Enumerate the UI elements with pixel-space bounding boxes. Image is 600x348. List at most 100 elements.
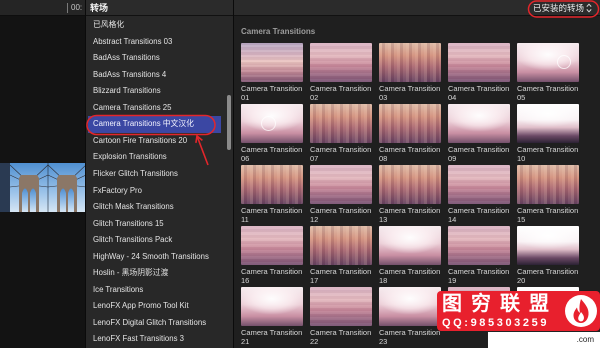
sidebar-item[interactable]: LenoFX App Promo Tool Kit [88, 298, 221, 315]
sidebar-item[interactable]: Explosion Transitions [88, 149, 221, 166]
transition-item[interactable]: Camera Transition 08 [379, 104, 441, 163]
transition-name: Camera Transition [379, 206, 441, 215]
transition-thumbnail[interactable] [310, 165, 372, 204]
transition-name: Camera Transition [517, 84, 579, 93]
category-list: 已风格化 Abstract Transitions 03 BadAss Transi… [86, 17, 226, 348]
installed-transitions-dropdown[interactable]: 已安装的转场 [530, 1, 596, 15]
transition-thumbnail[interactable] [379, 43, 441, 82]
transition-thumbnail[interactable] [241, 104, 303, 143]
transition-number: 09 [448, 154, 457, 163]
transition-thumbnail[interactable] [448, 165, 510, 204]
transition-item[interactable]: Camera Transition 23 [379, 287, 441, 346]
sidebar-item[interactable]: 已风格化 [88, 17, 221, 34]
transition-item[interactable]: Camera Transition 22 [310, 287, 372, 346]
transition-item[interactable]: Camera Transition 20 [517, 226, 579, 285]
chevron-updown-icon [586, 3, 592, 13]
bridge-frame [9, 163, 49, 212]
transition-thumbnail[interactable] [448, 226, 510, 265]
sidebar-item-label: 已风格化 [93, 20, 125, 29]
transition-thumbnail[interactable] [517, 104, 579, 143]
sidebar-item-label: Abstract Transitions 03 [93, 36, 173, 46]
transition-number: 12 [310, 215, 319, 224]
transition-thumbnail[interactable] [241, 226, 303, 265]
transition-item[interactable]: Camera Transition 05 [517, 43, 579, 102]
transition-number: 03 [379, 93, 388, 102]
transition-thumbnail[interactable] [517, 226, 579, 265]
transition-number: 14 [448, 215, 457, 224]
sidebar-item[interactable]: LenoFX Digital Glitch Transitions [88, 315, 221, 332]
transition-thumbnail[interactable] [379, 287, 441, 326]
transition-item[interactable]: Camera Transition 16 [241, 226, 303, 285]
transition-item[interactable]: Camera Transition 10 [517, 104, 579, 163]
transition-number: 15 [517, 215, 526, 224]
sidebar-item-label: Explosion Transitions [93, 152, 167, 162]
sidebar-item-label: LenoFX Fast Transitions 3 [93, 334, 185, 344]
transition-item[interactable]: Camera Transition 02 [310, 43, 372, 102]
sidebar-item[interactable]: FxFactory Pro [88, 183, 221, 200]
transition-name: Camera Transition [379, 328, 441, 337]
transition-item[interactable]: Camera Transition 09 [448, 104, 510, 163]
transition-thumbnail[interactable] [448, 43, 510, 82]
transition-thumbnail[interactable] [310, 104, 372, 143]
transition-item[interactable]: Camera Transition 19 [448, 226, 510, 285]
dropdown-label: 已安装的转场 [533, 3, 585, 13]
sidebar-item[interactable]: Abstract Transitions 03 [88, 34, 221, 51]
sidebar-item[interactable]: Ice Transitions [88, 282, 221, 299]
sidebar-item[interactable]: Blizzard Transitions [88, 83, 221, 100]
sidebar-item[interactable]: Cartoon Fire Transitions 20 [88, 133, 221, 150]
transition-item[interactable]: Camera Transition 12 [310, 165, 372, 224]
transition-thumbnail[interactable] [379, 104, 441, 143]
transition-name: Camera Transition [241, 145, 303, 154]
sidebar-item[interactable]: Glitch Transitions Pack [88, 232, 221, 249]
transition-item[interactable]: Camera Transition 04 [448, 43, 510, 102]
transition-item[interactable]: Camera Transition 15 [517, 165, 579, 224]
transition-thumbnail[interactable] [310, 226, 372, 265]
sidebar-item[interactable]: Hoslin - 黑场阴影过渡 [88, 265, 221, 282]
clip-filmstrip[interactable] [0, 163, 86, 212]
transition-number: 05 [517, 93, 526, 102]
sidebar-item-label: Camera Transitions 25 [93, 102, 172, 112]
transition-item[interactable]: Camera Transition 06 [241, 104, 303, 163]
transition-number: 22 [310, 337, 319, 346]
transition-thumbnail[interactable] [310, 287, 372, 326]
transition-item[interactable]: Camera Transition 07 [310, 104, 372, 163]
sidebar-item[interactable]: HighWay - 24 Smooth Transitions [88, 249, 221, 266]
viewer-panel: 00: [0, 0, 86, 348]
sidebar-item[interactable]: BadAss Transitions 4 [88, 67, 221, 84]
transition-item[interactable]: Camera Transition 13 [379, 165, 441, 224]
sidebar-item[interactable]: BadAss Transitions [88, 50, 221, 67]
transition-item[interactable]: Camera Transition 14 [448, 165, 510, 224]
transition-number: 21 [241, 337, 250, 346]
sidebar-item[interactable]: Glitch Mask Transitions [88, 199, 221, 216]
transition-thumbnail[interactable] [379, 226, 441, 265]
sidebar-scrollbar[interactable] [227, 95, 231, 150]
transition-thumbnail[interactable] [310, 43, 372, 82]
transition-item[interactable]: Camera Transition 03 [379, 43, 441, 102]
transition-item[interactable]: Camera Transition 01 [241, 43, 303, 102]
circle-mark-icon [261, 116, 276, 131]
transition-name: Camera Transition [379, 267, 441, 276]
transition-thumbnail[interactable] [517, 43, 579, 82]
transition-number: 11 [241, 215, 249, 224]
sidebar-title: 转场 [90, 3, 109, 13]
transition-thumbnail[interactable] [379, 165, 441, 204]
transition-item[interactable]: Camera Transition 17 [310, 226, 372, 285]
sidebar-item-label: BadAss Transitions [93, 53, 160, 63]
transition-item[interactable]: Camera Transition 11 [241, 165, 303, 224]
transition-thumbnail[interactable] [241, 43, 303, 82]
sidebar-item-selected[interactable]: Camera Transitions 中文汉化 [88, 116, 221, 133]
transition-thumbnail[interactable] [241, 165, 303, 204]
watermark-site: .com [576, 335, 594, 344]
transition-thumbnail[interactable] [241, 287, 303, 326]
sidebar-item[interactable]: Camera Transitions 25 [88, 100, 221, 117]
sidebar-item[interactable]: LenoFX Fast Transitions 3 [88, 331, 221, 348]
sidebar-item-label: Glitch Transitions Pack [93, 235, 173, 245]
sidebar-item[interactable]: Flicker Glitch Transitions [88, 166, 221, 183]
transition-thumbnail[interactable] [517, 165, 579, 204]
transition-item[interactable]: Camera Transition 18 [379, 226, 441, 285]
sidebar-item[interactable]: Glitch Transitions 15 [88, 216, 221, 233]
transition-thumbnail[interactable] [448, 104, 510, 143]
transition-item[interactable]: Camera Transition 21 [241, 287, 303, 346]
transition-number: 13 [379, 215, 388, 224]
transition-number: 08 [379, 154, 388, 163]
